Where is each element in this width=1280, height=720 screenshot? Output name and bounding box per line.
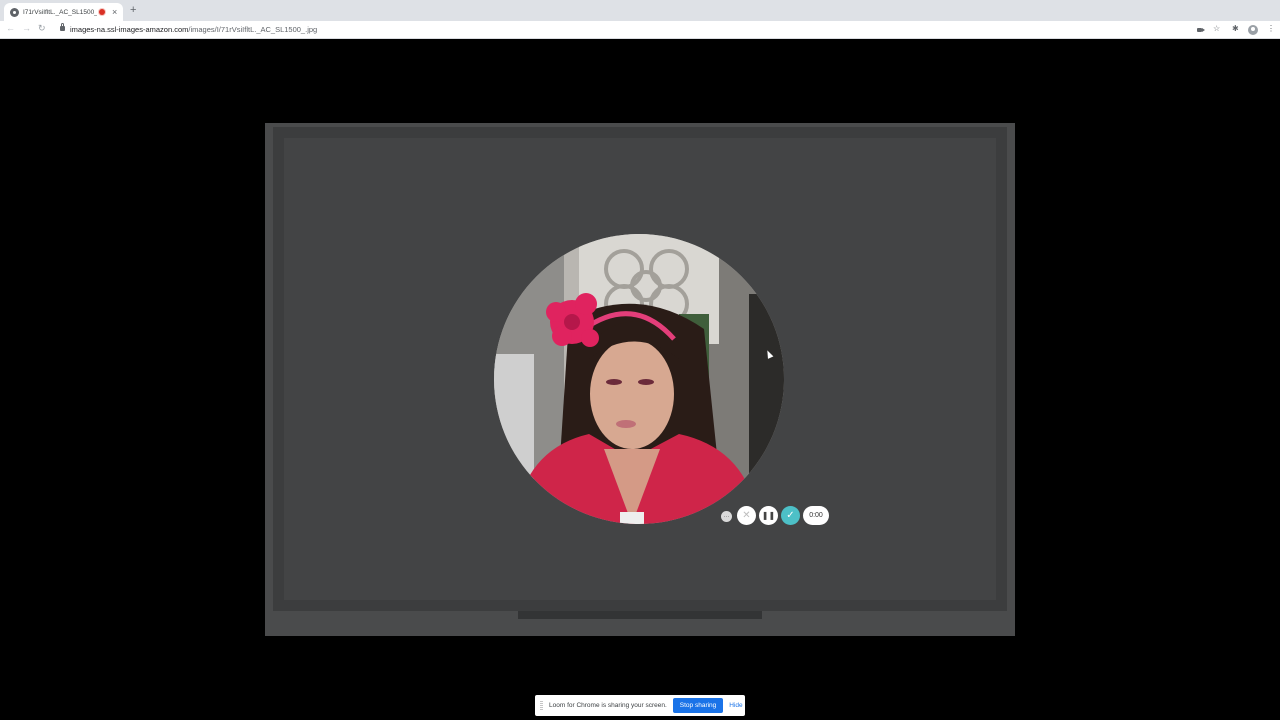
- stop-sharing-button[interactable]: Stop sharing: [672, 698, 724, 713]
- camera-in-use-icon[interactable]: [1197, 28, 1205, 32]
- browser-tab[interactable]: I71rVsiIfltL._AC_SL1500_.jpg ×: [4, 3, 123, 21]
- chrome-menu-icon[interactable]: ⋮: [1267, 25, 1275, 33]
- monitor-stand: [518, 611, 762, 619]
- lock-icon[interactable]: [60, 23, 65, 31]
- profile-avatar[interactable]: [1248, 25, 1258, 35]
- forward-button[interactable]: →: [22, 24, 31, 33]
- new-tab-button[interactable]: +: [130, 5, 136, 16]
- drag-handle-icon[interactable]: [540, 701, 543, 710]
- tab-title: I71rVsiIfltL._AC_SL1500_.jpg: [23, 8, 97, 16]
- browser-toolbar: ← → ↻ images-na.ssl-images-amazon.com/im…: [0, 21, 1280, 39]
- globe-icon: [10, 7, 19, 17]
- url-path: /images/I/71rVsiIfltL._AC_SL1500_.jpg: [188, 25, 318, 34]
- cancel-recording-button[interactable]: ✕: [737, 506, 756, 525]
- extensions-puzzle-icon[interactable]: ✱: [1232, 25, 1239, 33]
- recording-indicator-icon: [99, 9, 105, 15]
- finish-recording-button[interactable]: ✓: [781, 506, 800, 525]
- screen-sharing-bar: Loom for Chrome is sharing your screen. …: [535, 695, 745, 716]
- webcam-video-feed: [494, 234, 784, 524]
- webcam-bubble[interactable]: [494, 234, 784, 524]
- tab-strip: I71rVsiIfltL._AC_SL1500_.jpg × +: [0, 0, 1280, 21]
- tab-close-icon[interactable]: ×: [112, 7, 117, 17]
- sharing-message: Loom for Chrome is sharing your screen.: [549, 702, 667, 709]
- more-options-button[interactable]: ···: [721, 511, 732, 522]
- recording-timer: 0:00: [803, 506, 829, 525]
- back-button[interactable]: ←: [6, 24, 15, 33]
- pause-recording-button[interactable]: ❚❚: [759, 506, 778, 525]
- reload-button[interactable]: ↻: [38, 24, 46, 33]
- bookmark-star-icon[interactable]: ☆: [1213, 25, 1220, 33]
- address-bar[interactable]: images-na.ssl-images-amazon.com/images/I…: [70, 25, 317, 34]
- hide-button[interactable]: Hide: [729, 702, 742, 709]
- url-domain: images-na.ssl-images-amazon.com: [70, 25, 189, 34]
